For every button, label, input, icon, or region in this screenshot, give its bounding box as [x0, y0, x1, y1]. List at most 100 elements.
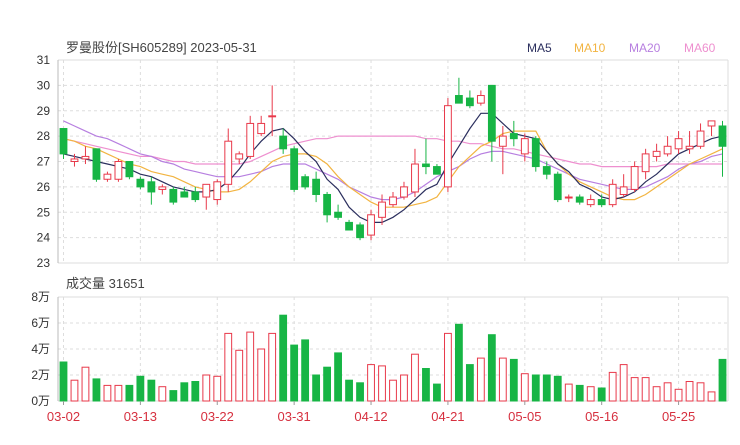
candle-body-up — [685, 145, 694, 150]
volume-bar-down — [542, 374, 551, 402]
candle — [334, 204, 342, 220]
candle — [290, 146, 299, 192]
volume-bar-up — [213, 375, 222, 402]
date-tick-label: 04-12 — [354, 409, 387, 424]
volume-bar-down — [334, 352, 342, 402]
volume-bar-up — [608, 371, 617, 402]
volume-bar-down — [279, 314, 288, 402]
volume-bar-down — [169, 390, 178, 402]
date-tick-label: 03-31 — [278, 409, 311, 424]
candle — [564, 194, 573, 203]
candle-body-up — [696, 130, 705, 147]
candle-body-down — [356, 224, 364, 239]
candle — [323, 191, 332, 223]
candle-body-up — [707, 120, 716, 127]
candle — [707, 120, 716, 137]
price-tick-label: 26 — [37, 180, 51, 194]
volume-title: 成交量 31651 — [66, 276, 145, 291]
date-tick-label: 05-05 — [508, 409, 541, 424]
volume-tick-label: 8万 — [31, 290, 50, 304]
candle-body-down — [542, 166, 551, 175]
volume-tick-label: 6万 — [31, 316, 50, 330]
volume-bar-up — [81, 366, 90, 402]
price-tick-label: 24 — [37, 231, 51, 245]
candle-body-up — [476, 95, 485, 104]
candle-body-up — [520, 138, 529, 155]
candle — [246, 115, 255, 159]
volume-bar-down — [345, 379, 353, 402]
price-tick-label: 28 — [37, 129, 51, 143]
volume-bar-down — [356, 382, 364, 402]
candle — [619, 174, 628, 198]
volume-bar-down — [433, 383, 441, 402]
candle-body-up — [114, 161, 123, 180]
volume-bar-up — [520, 373, 529, 402]
candle-body-down — [279, 135, 288, 150]
volume-bar-up — [564, 383, 573, 402]
candle — [652, 143, 661, 162]
candle — [553, 171, 562, 203]
volume-bar-down — [147, 379, 156, 402]
candle — [125, 161, 134, 180]
candle — [433, 164, 441, 175]
candle-body-up — [70, 158, 79, 162]
candle-body-down — [422, 163, 430, 168]
candle — [444, 98, 452, 192]
candle — [136, 176, 145, 190]
volume-bar-up — [411, 353, 419, 402]
candle-body-down — [718, 125, 727, 147]
candle — [465, 90, 474, 109]
volume-bar-up — [707, 391, 716, 402]
candle-body-up — [564, 196, 573, 199]
candle-body-up — [444, 105, 452, 188]
chart-stage: 罗曼股份[SH605289] 2023-05-31 MA5 MA10 MA20 MA6… — [0, 0, 740, 440]
ma-legend: MA5 MA10 MA20 MA60 — [527, 41, 716, 55]
price-tick-label: 30 — [37, 78, 51, 92]
volume-tick-label: 2万 — [31, 368, 50, 382]
volume-bar-up — [246, 331, 255, 402]
candle-body-up — [158, 186, 167, 190]
legend-ma60: MA60 — [684, 41, 716, 55]
chart-title: 罗曼股份[SH605289] 2023-05-31 — [66, 40, 257, 55]
candle-body-up — [224, 140, 233, 185]
candle — [356, 222, 364, 241]
price-tick-label: 23 — [37, 256, 51, 270]
volume-bar-up — [114, 384, 123, 402]
volume-bar-down — [125, 384, 134, 402]
candle — [641, 148, 650, 180]
price-grid — [58, 59, 728, 401]
candle — [224, 128, 233, 192]
legend-ma20: MA20 — [629, 41, 661, 55]
candle-body-up — [400, 186, 408, 198]
candle — [235, 151, 244, 165]
price-tick-label: 31 — [37, 53, 51, 67]
candle-body-down — [59, 128, 68, 155]
candle — [202, 183, 211, 210]
candle-body-down — [345, 221, 353, 231]
volume-bar-up — [389, 379, 397, 402]
candle — [400, 181, 408, 200]
volume-tick-label: 0万 — [31, 394, 50, 408]
candle — [422, 138, 430, 175]
candle-body-up — [389, 196, 397, 206]
candle — [213, 179, 222, 205]
kline-chart: 罗曼股份[SH605289] 2023-05-31 MA5 MA10 MA20 MA6… — [31, 40, 729, 424]
candle — [531, 136, 540, 172]
candle-body-down — [433, 166, 441, 175]
volume-bar-up — [224, 332, 233, 402]
volume-bar-down — [312, 374, 321, 402]
candle-body-up — [367, 214, 375, 236]
candle-body-down — [92, 148, 101, 180]
volume-bar-down — [718, 358, 727, 402]
candle — [191, 186, 200, 203]
date-axis: 03-02 03-13 03-22 03-31 04-12 04-21 05-05 05-16… — [47, 401, 695, 424]
candle — [367, 209, 375, 241]
volume-bar-down — [290, 344, 299, 402]
candle-body-down — [125, 161, 134, 178]
candle-body-down — [553, 173, 562, 201]
volume-bar-up — [400, 374, 408, 402]
volume-bar-down — [191, 381, 200, 402]
candle — [586, 194, 595, 208]
candle — [345, 219, 353, 231]
candle-body-down — [465, 97, 474, 107]
